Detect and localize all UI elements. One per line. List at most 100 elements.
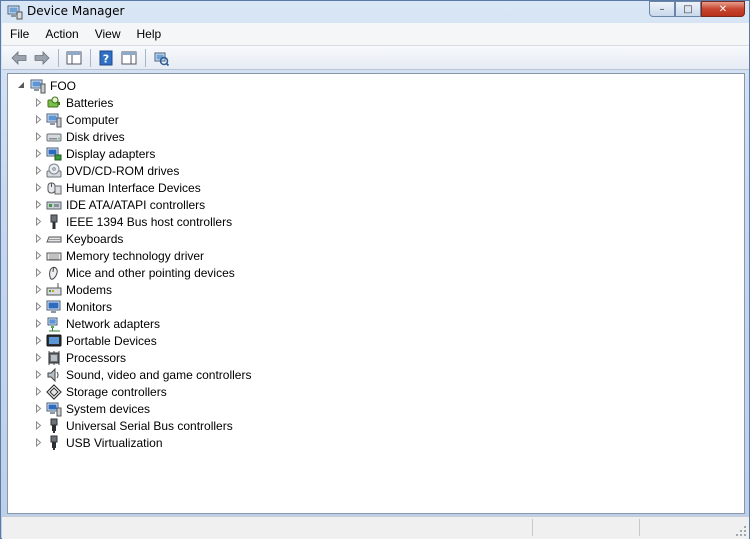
tree-node-label: Memory technology driver: [66, 248, 205, 263]
menu-action[interactable]: Action: [37, 23, 86, 45]
tree-node-label: Disk drives: [66, 129, 125, 144]
tree-category-node[interactable]: Human Interface Devices: [34, 179, 201, 196]
tree-category-node[interactable]: Memory technology driver: [34, 247, 204, 264]
tree-category-node[interactable]: Storage controllers: [34, 383, 167, 400]
minimize-button[interactable]: –: [649, 1, 675, 17]
status-pane: [639, 519, 748, 536]
device-tree[interactable]: FOO Batteries Computer Disk drives Display a…: [7, 73, 745, 514]
properties-icon: [121, 51, 137, 64]
expand-arrow-icon[interactable]: [34, 370, 43, 379]
scan-hardware-changes-button[interactable]: [150, 48, 172, 68]
expand-arrow-icon[interactable]: [34, 438, 43, 447]
tree-node-label: Sound, video and game controllers: [66, 367, 252, 382]
expand-arrow-icon[interactable]: [34, 217, 43, 226]
tree-node-label: Mice and other pointing devices: [66, 265, 235, 280]
expand-arrow-icon[interactable]: [34, 404, 43, 413]
expand-arrow-icon[interactable]: [34, 251, 43, 260]
window-title: Device Manager: [27, 4, 125, 18]
expand-arrow-icon[interactable]: [34, 319, 43, 328]
menu-view[interactable]: View: [87, 23, 129, 45]
menu-help[interactable]: Help: [129, 23, 170, 45]
tree-root-node[interactable]: FOO: [17, 77, 76, 94]
toolbar-separator: [58, 48, 59, 67]
computer-icon: [46, 113, 62, 127]
dvd-drive-icon: [46, 163, 62, 177]
back-arrow-icon: [11, 50, 27, 65]
close-button[interactable]: ✕: [701, 1, 745, 17]
expand-arrow-icon[interactable]: [34, 234, 43, 243]
expand-arrow-icon[interactable]: [34, 183, 43, 192]
tree-category-node[interactable]: DVD/CD-ROM drives: [34, 162, 179, 179]
forward-button[interactable]: [31, 48, 53, 68]
keyboard-icon: [46, 236, 62, 242]
hid-icon: [47, 182, 62, 194]
collapse-arrow-icon[interactable]: [17, 81, 26, 90]
tree-category-node[interactable]: USB Virtualization: [34, 434, 163, 451]
expand-arrow-icon[interactable]: [34, 421, 43, 430]
memory-icon: [46, 252, 62, 260]
window-controls: – □ ✕: [649, 1, 745, 17]
console-tree-icon: [66, 51, 82, 64]
tree-category-node[interactable]: IEEE 1394 Bus host controllers: [34, 213, 232, 230]
usb-icon: [50, 418, 58, 433]
processor-icon: [48, 350, 60, 365]
expand-arrow-icon[interactable]: [34, 285, 43, 294]
expand-arrow-icon[interactable]: [34, 302, 43, 311]
storage-controller-icon: [46, 383, 62, 400]
computer-icon: [30, 79, 46, 93]
tree-node-label: Storage controllers: [66, 384, 167, 399]
tree-node-label: Human Interface Devices: [66, 180, 201, 195]
tree-category-node[interactable]: Universal Serial Bus controllers: [34, 417, 233, 434]
expand-arrow-icon[interactable]: [34, 115, 43, 124]
properties-button[interactable]: [118, 48, 140, 68]
tree-category-node[interactable]: Batteries: [34, 94, 113, 111]
tree-category-node[interactable]: Computer: [34, 111, 119, 128]
resize-grip-icon[interactable]: [735, 525, 747, 537]
help-icon: ?: [99, 50, 113, 65]
system-devices-icon: [46, 402, 62, 416]
tree-category-node[interactable]: Keyboards: [34, 230, 123, 247]
tree-category-node[interactable]: Sound, video and game controllers: [34, 366, 251, 383]
tree-category-node[interactable]: Portable Devices: [34, 332, 157, 349]
back-button[interactable]: [8, 48, 30, 68]
tree-category-node[interactable]: Display adapters: [34, 145, 155, 162]
expand-arrow-icon[interactable]: [34, 132, 43, 141]
expand-arrow-icon[interactable]: [34, 336, 43, 345]
expand-arrow-icon[interactable]: [34, 149, 43, 158]
tree-node-label: IDE ATA/ATAPI controllers: [66, 197, 206, 212]
title-bar[interactable]: Device Manager – □ ✕: [1, 1, 749, 23]
tree-node-label: Computer: [66, 112, 119, 127]
tree-node-label: Processors: [66, 350, 127, 365]
network-adapter-icon: [47, 317, 60, 331]
tree-node-label: Keyboards: [66, 231, 124, 246]
tree-node-label: System devices: [66, 401, 151, 416]
maximize-button[interactable]: □: [675, 1, 701, 17]
menu-file[interactable]: File: [2, 23, 37, 45]
expand-arrow-icon[interactable]: [34, 268, 43, 277]
tree-node-label: Modems: [66, 282, 113, 297]
tree-category-node[interactable]: Disk drives: [34, 128, 125, 145]
tree-category-node[interactable]: System devices: [34, 400, 150, 417]
ide-controller-icon: [46, 201, 62, 209]
tree-category-node[interactable]: Modems: [34, 281, 112, 298]
tree-category-node[interactable]: Network adapters: [34, 315, 160, 332]
toolbar: ?: [2, 46, 749, 70]
menu-bar: File Action View Help: [2, 23, 749, 46]
tree-category-node[interactable]: Mice and other pointing devices: [34, 264, 235, 281]
tree-category-node[interactable]: Processors: [34, 349, 126, 366]
tree-node-label: DVD/CD-ROM drives: [66, 163, 180, 178]
expand-arrow-icon[interactable]: [34, 387, 43, 396]
tree-node-label: USB Virtualization: [66, 435, 163, 450]
expand-arrow-icon[interactable]: [34, 98, 43, 107]
tree-node-label: Display adapters: [66, 146, 156, 161]
help-button[interactable]: ?: [95, 48, 117, 68]
sound-icon: [47, 367, 59, 382]
expand-arrow-icon[interactable]: [34, 353, 43, 362]
tree-node-label: Network adapters: [66, 316, 161, 331]
expand-arrow-icon[interactable]: [34, 166, 43, 175]
expand-arrow-icon[interactable]: [34, 200, 43, 209]
tree-category-node[interactable]: IDE ATA/ATAPI controllers: [34, 196, 205, 213]
tree-category-node[interactable]: Monitors: [34, 298, 112, 315]
show-hide-console-tree-button[interactable]: [63, 48, 85, 68]
tree-node-label: FOO: [50, 78, 76, 93]
